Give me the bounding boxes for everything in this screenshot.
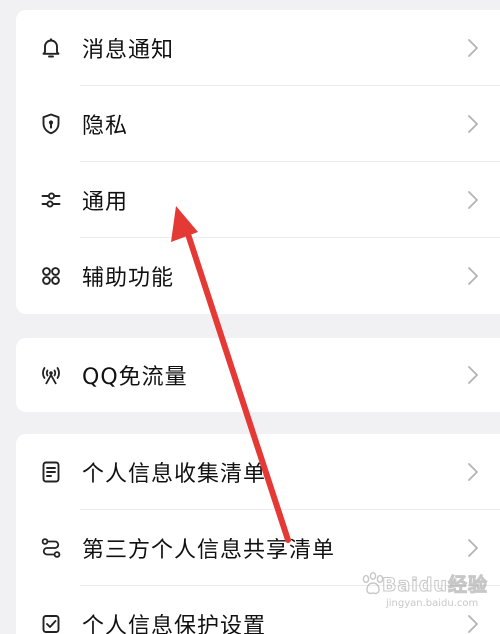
row-qq-free-data[interactable]: QQ免流量 bbox=[16, 338, 500, 412]
grid-circles-icon bbox=[38, 263, 64, 289]
row-general[interactable]: 通用 bbox=[16, 162, 500, 238]
chevron-right-icon bbox=[466, 364, 480, 386]
row-label: 消息通知 bbox=[82, 38, 175, 63]
settings-group-general: 消息通知 隐私 通用 辅助功能 bbox=[16, 10, 500, 314]
row-label: QQ免流量 bbox=[82, 365, 188, 390]
chevron-right-icon bbox=[466, 265, 480, 287]
row-info-collection-list[interactable]: 个人信息收集清单 bbox=[16, 434, 500, 510]
watermark-brand: Baidu经验 bbox=[382, 574, 488, 597]
watermark-url: jingyan.baidu.com bbox=[386, 598, 479, 609]
chevron-right-icon bbox=[466, 461, 480, 483]
sliders-icon bbox=[38, 187, 64, 213]
row-label: 个人信息收集清单 bbox=[82, 462, 267, 487]
chevron-right-icon bbox=[466, 537, 480, 559]
share-flow-icon bbox=[38, 535, 64, 561]
bell-icon bbox=[38, 35, 64, 61]
shield-lock-icon bbox=[38, 111, 64, 137]
baidu-watermark: Baidu经验 jingyan.baidu.com bbox=[360, 570, 490, 620]
row-label: 辅助功能 bbox=[82, 266, 175, 291]
signal-tower-icon bbox=[38, 362, 64, 388]
chevron-right-icon bbox=[466, 189, 480, 211]
row-privacy[interactable]: 隐私 bbox=[16, 86, 500, 162]
chevron-right-icon bbox=[466, 37, 480, 59]
row-accessibility[interactable]: 辅助功能 bbox=[16, 238, 500, 314]
row-label: 通用 bbox=[82, 190, 129, 215]
protect-settings-icon bbox=[38, 611, 64, 634]
row-label: 隐私 bbox=[82, 114, 129, 139]
row-notifications[interactable]: 消息通知 bbox=[16, 10, 500, 86]
settings-group-data: QQ免流量 bbox=[16, 338, 500, 412]
row-label: 第三方个人信息共享清单 bbox=[82, 538, 336, 563]
row-label: 个人信息保护设置 bbox=[82, 614, 267, 634]
document-list-icon bbox=[38, 459, 64, 485]
chevron-right-icon bbox=[466, 113, 480, 135]
